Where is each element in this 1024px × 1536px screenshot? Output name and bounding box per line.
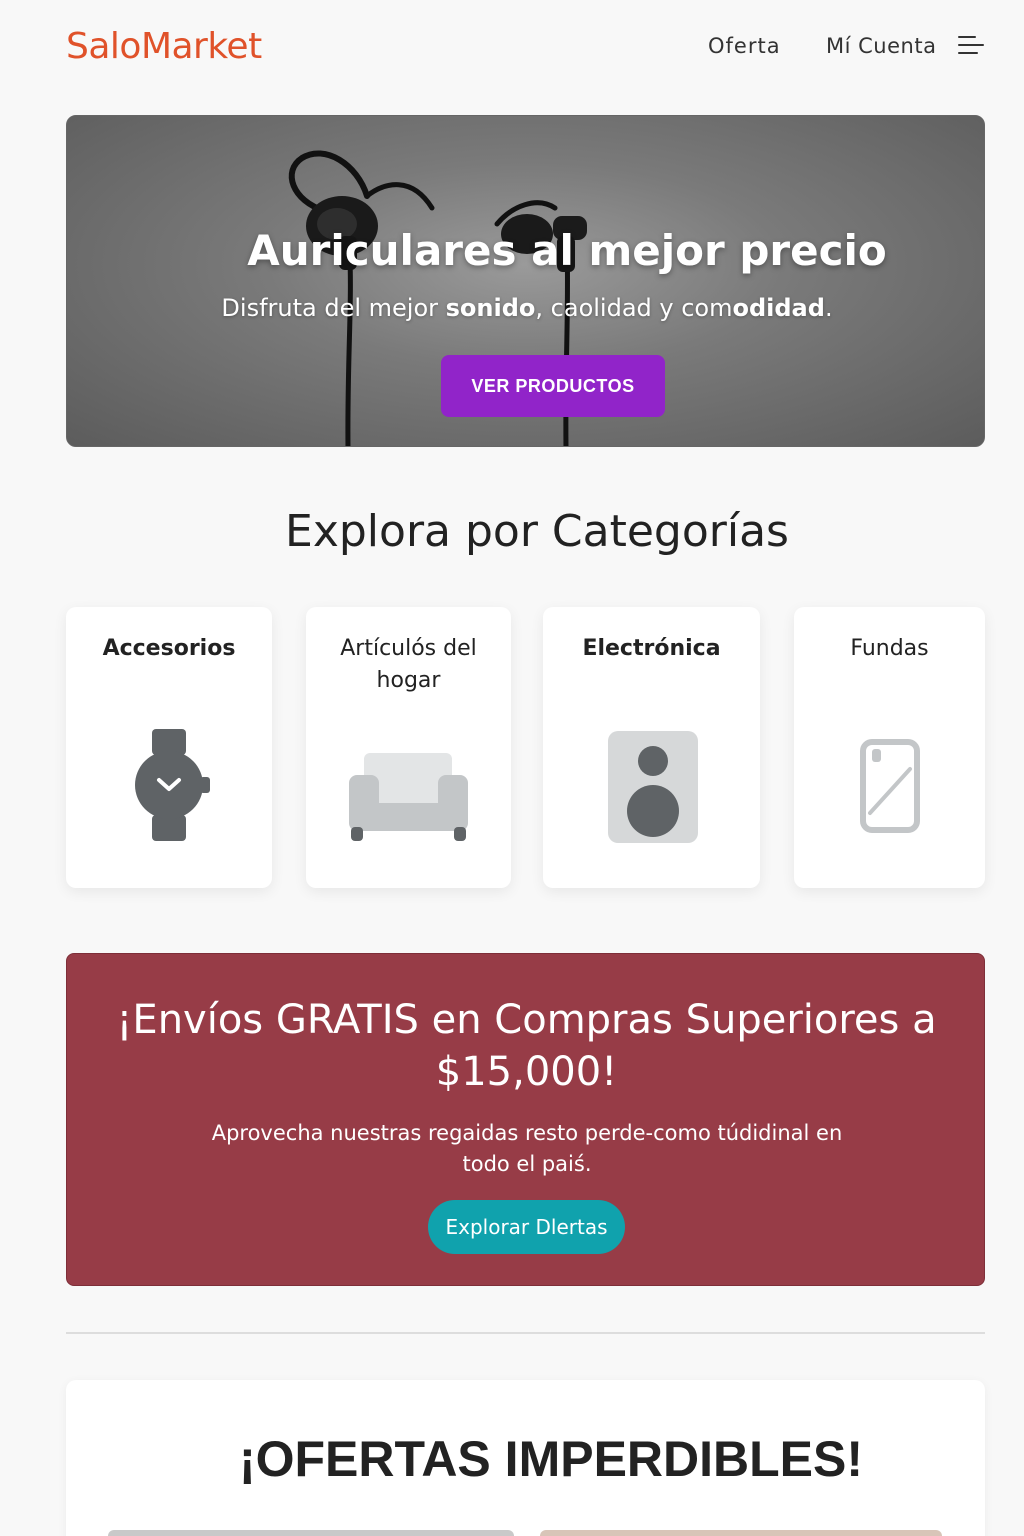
phone-case-icon	[860, 739, 920, 833]
offers-section: ¡OFERTAS IMPERDIBLES!	[66, 1380, 985, 1536]
sofa-icon	[349, 753, 468, 841]
category-card-electronica[interactable]: Electrónica	[543, 607, 760, 888]
speaker-icon	[608, 731, 698, 843]
category-card-hogar[interactable]: Artículós del hogar	[306, 607, 511, 888]
hero-title: Auriculares al mejor precio	[247, 226, 887, 275]
category-label: Artículós del hogar	[340, 636, 477, 693]
shipping-title: ¡Envíos GRATIS en Compras Superiores a $…	[116, 997, 937, 1095]
category-label: Accesorios	[102, 636, 236, 661]
free-shipping-banner: ¡Envíos GRATIS en Compras Superiores a $…	[66, 953, 985, 1286]
watch-icon	[135, 729, 210, 841]
category-label: Electrónica	[582, 636, 721, 661]
categories-title: Explora por Categorías	[285, 506, 789, 557]
offer-card-image[interactable]	[108, 1530, 514, 1536]
site-header: SaloMarket Oferta Mí Cuenta	[0, 0, 1024, 92]
menu-icon[interactable]	[958, 34, 986, 58]
section-divider	[66, 1332, 985, 1334]
category-card-accesorios[interactable]: Accesorios	[66, 607, 272, 888]
nav-link-oferta[interactable]: Oferta	[708, 34, 781, 58]
offers-title: ¡OFERTAS IMPERDIBLES!	[238, 1431, 864, 1487]
shipping-subtitle: Aprovecha nuestras regaidas resto perde-…	[211, 1121, 843, 1176]
explore-offers-button[interactable]: Explorar Dlertas	[428, 1200, 625, 1254]
view-products-button[interactable]: VER PRODUCTOS	[441, 355, 665, 417]
site-logo[interactable]: SaloMarket	[66, 26, 262, 67]
category-label: Fundas	[850, 636, 929, 661]
offer-card-image[interactable]	[540, 1530, 942, 1536]
category-card-fundas[interactable]: Fundas	[794, 607, 985, 888]
hero-banner: Auriculares al mejor precio Disfruta del…	[66, 115, 985, 447]
nav-link-cuenta[interactable]: Mí Cuenta	[826, 34, 936, 58]
hero-subtitle: Disfruta del mejor sonido, caolidad y co…	[221, 294, 833, 322]
